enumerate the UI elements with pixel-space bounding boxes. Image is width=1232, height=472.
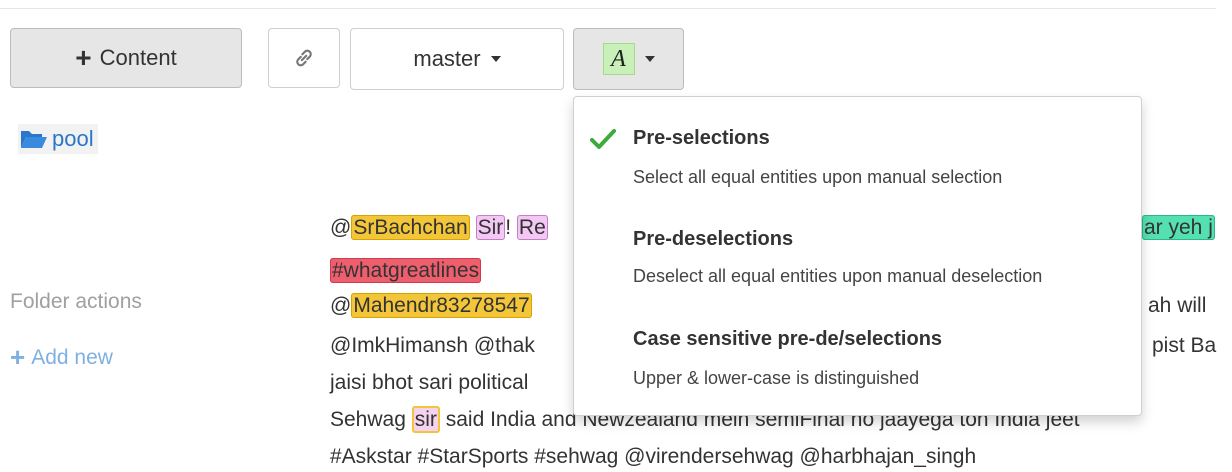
link-button[interactable] bbox=[268, 28, 340, 88]
add-new-link[interactable]: + Add new bbox=[10, 342, 113, 373]
caret-down-icon bbox=[490, 56, 501, 62]
checkmark-icon bbox=[590, 129, 616, 149]
entity-highlight[interactable]: sir bbox=[411, 406, 440, 433]
menu-item-description: Select all equal entities upon manual se… bbox=[633, 167, 1003, 187]
entity-highlight[interactable]: Re bbox=[516, 215, 548, 240]
document-line-tail: ah will bbox=[1148, 294, 1207, 317]
text: @ bbox=[330, 294, 352, 317]
menu-item-case-sensitive[interactable]: Case sensitive pre-de/selections Upper &… bbox=[574, 297, 1141, 397]
folder-pool[interactable]: pool bbox=[18, 124, 98, 154]
menu-item-title: Pre-selections bbox=[633, 127, 770, 149]
menu-item-description: Upper & lower-case is distinguished bbox=[633, 368, 920, 388]
menu-item-description: Deselect all equal entities upon manual … bbox=[633, 266, 1043, 286]
annotation-options-menu: Pre-selections Select all equal entities… bbox=[573, 96, 1142, 416]
menu-item-pre-selections[interactable]: Pre-selections Select all equal entities… bbox=[574, 97, 1141, 197]
document-line: #whatgreatlines bbox=[330, 256, 482, 286]
entity-highlight[interactable]: Mahendr83278547 bbox=[351, 293, 532, 318]
branch-label: master bbox=[413, 46, 481, 71]
text bbox=[470, 216, 476, 239]
add-new-label: Add new bbox=[31, 345, 113, 369]
text: Sehwag bbox=[330, 408, 412, 431]
plus-icon: + bbox=[75, 42, 92, 73]
document-line-tail: ar yeh j bbox=[1142, 213, 1215, 243]
document-line: #Askstar #StarSports #sehwag @virenderse… bbox=[330, 445, 977, 468]
link-icon bbox=[296, 49, 312, 67]
folder-actions-heading: Folder actions bbox=[10, 290, 142, 313]
document-line: jaisi bhot sari political bbox=[330, 371, 529, 394]
top-divider bbox=[0, 8, 1216, 9]
text: ! bbox=[505, 216, 517, 239]
document-line: @Mahendr83278547 bbox=[330, 291, 532, 321]
document-line: @SrBachchan Sir! Re bbox=[330, 213, 548, 243]
menu-item-title: Pre-deselections bbox=[633, 228, 794, 250]
annotation-options-dropdown[interactable]: A bbox=[573, 28, 684, 90]
menu-item-pre-deselections[interactable]: Pre-deselections Deselect all equal enti… bbox=[574, 197, 1141, 297]
document-line: @ImkHimansh @thak bbox=[330, 334, 535, 357]
annotation-letter-icon: A bbox=[602, 43, 635, 75]
branch-dropdown[interactable]: master bbox=[350, 28, 564, 90]
folder-open-icon bbox=[21, 131, 47, 148]
document-line-tail: pist Ba bbox=[1152, 334, 1217, 357]
entity-highlight[interactable]: SrBachchan bbox=[351, 215, 470, 240]
plus-icon: + bbox=[10, 342, 26, 372]
entity-highlight[interactable]: Sir bbox=[475, 215, 506, 240]
add-content-label: Content bbox=[99, 45, 177, 70]
menu-item-title: Case sensitive pre-de/selections bbox=[633, 328, 943, 350]
entity-highlight[interactable]: #whatgreatlines bbox=[330, 258, 482, 283]
text: @ bbox=[330, 216, 352, 239]
folder-label: pool bbox=[52, 126, 94, 151]
entity-highlight[interactable]: ar yeh j bbox=[1142, 215, 1215, 240]
caret-down-icon bbox=[644, 56, 655, 62]
add-content-button[interactable]: + Content bbox=[10, 28, 242, 88]
